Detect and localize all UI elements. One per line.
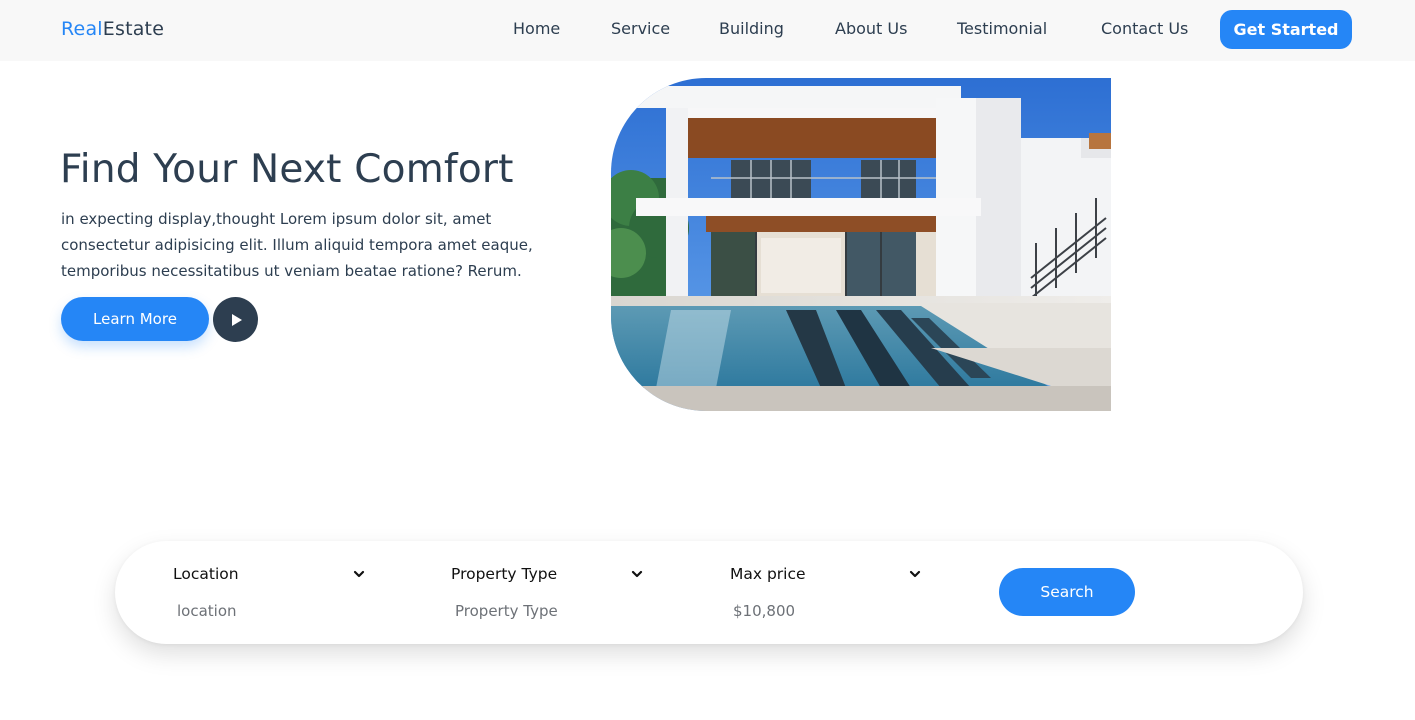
chevron-down-icon[interactable] xyxy=(630,567,644,581)
nav-link-about-us[interactable]: About Us xyxy=(835,19,907,38)
nav-link-testimonial[interactable]: Testimonial xyxy=(957,19,1047,38)
chevron-down-icon[interactable] xyxy=(908,567,922,581)
hero-description: in expecting display,thought Lorem ipsum… xyxy=(61,206,581,284)
hero-description-line: in expecting display,thought Lorem ipsum… xyxy=(61,210,492,228)
property-type-value[interactable]: Property Type xyxy=(455,602,558,620)
chevron-down-icon[interactable] xyxy=(352,567,366,581)
location-dropdown-label[interactable]: Location xyxy=(173,565,239,583)
hero-description-line: consectetur adipisicing elit. Illum aliq… xyxy=(61,236,533,254)
nav-link-contact-us[interactable]: Contact Us xyxy=(1101,19,1188,38)
hero-title: Find Your Next Comfort xyxy=(60,147,514,192)
nav-link-home[interactable]: Home xyxy=(513,19,560,38)
search-button[interactable]: Search xyxy=(999,568,1135,616)
brand-logo[interactable]: RealEstate xyxy=(61,18,164,40)
brand-part-real: Real xyxy=(61,18,103,40)
hero-house-image xyxy=(611,78,1111,411)
property-search-bar: Location location Property Type Property… xyxy=(115,541,1303,644)
nav-link-service[interactable]: Service xyxy=(611,19,670,38)
play-icon xyxy=(231,313,242,326)
property-type-dropdown-label[interactable]: Property Type xyxy=(451,565,557,583)
learn-more-button[interactable]: Learn More xyxy=(61,297,209,341)
location-value[interactable]: location xyxy=(177,602,237,620)
get-started-button[interactable]: Get Started xyxy=(1220,10,1352,49)
navbar: RealEstate Home Service Building About U… xyxy=(0,0,1415,61)
play-video-button[interactable] xyxy=(213,297,258,342)
brand-part-estate: Estate xyxy=(102,18,165,40)
max-price-dropdown-label[interactable]: Max price xyxy=(730,565,806,583)
hero-description-line: temporibus necessitatibus ut veniam beat… xyxy=(61,262,522,280)
max-price-value[interactable]: $10,800 xyxy=(733,602,795,620)
nav-link-building[interactable]: Building xyxy=(719,19,784,38)
